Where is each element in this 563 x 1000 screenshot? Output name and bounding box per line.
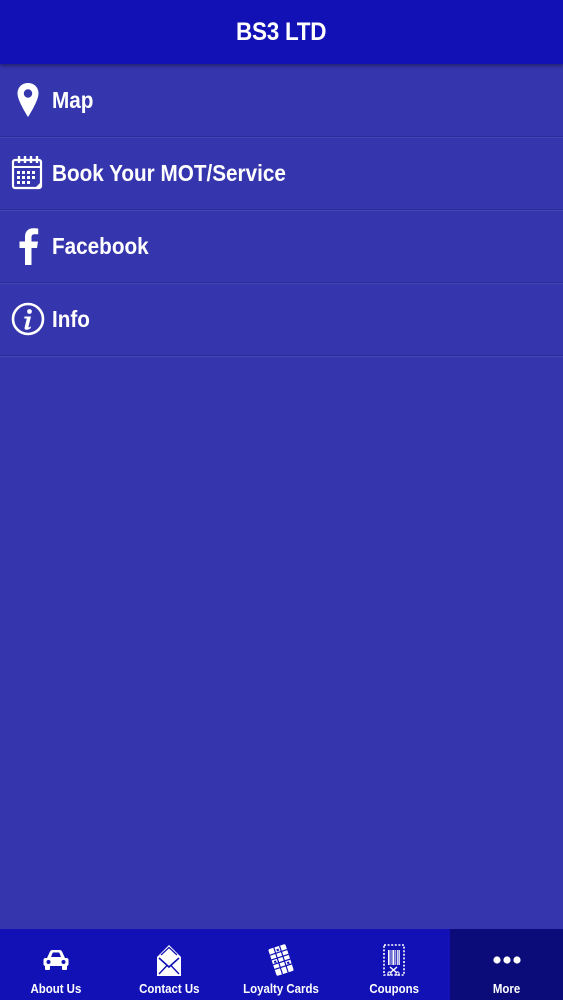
menu-item-info[interactable]: Info bbox=[0, 283, 563, 356]
menu-list: Map Book Your MOT/Service Facebook Info bbox=[0, 64, 563, 356]
menu-item-label: Info bbox=[52, 305, 90, 332]
loyalty-card-icon bbox=[264, 942, 298, 978]
coupon-icon bbox=[377, 942, 411, 978]
map-pin-icon bbox=[8, 80, 48, 120]
tab-about-us[interactable]: About Us bbox=[0, 929, 113, 1000]
car-icon bbox=[39, 942, 73, 978]
tab-label: Contact Us bbox=[138, 981, 200, 996]
calendar-icon bbox=[8, 153, 48, 193]
tab-label: More bbox=[493, 981, 521, 996]
tab-label: About Us bbox=[30, 981, 82, 996]
tab-label: Loyalty Cards bbox=[243, 981, 320, 996]
bottom-tab-bar: About Us Contact Us Loyalty Cards Coupon… bbox=[0, 929, 563, 1000]
app-header: BS3 LTD bbox=[0, 0, 563, 64]
menu-item-label: Facebook bbox=[52, 232, 149, 259]
menu-item-label: Book Your MOT/Service bbox=[52, 159, 286, 186]
envelope-icon bbox=[152, 942, 186, 978]
tab-contact-us[interactable]: Contact Us bbox=[113, 929, 226, 1000]
tab-label: Coupons bbox=[369, 981, 419, 996]
more-dots-icon bbox=[490, 942, 524, 978]
page-title: BS3 LTD bbox=[236, 17, 327, 46]
menu-item-map[interactable]: Map bbox=[0, 64, 563, 137]
tab-more[interactable]: More bbox=[450, 929, 563, 1000]
menu-item-facebook[interactable]: Facebook bbox=[0, 210, 563, 283]
facebook-icon bbox=[8, 226, 48, 266]
tab-coupons[interactable]: Coupons bbox=[338, 929, 451, 1000]
menu-item-label: Map bbox=[52, 86, 94, 113]
tab-loyalty-cards[interactable]: Loyalty Cards bbox=[225, 929, 338, 1000]
info-icon bbox=[8, 299, 48, 339]
menu-item-book-mot-service[interactable]: Book Your MOT/Service bbox=[0, 137, 563, 210]
